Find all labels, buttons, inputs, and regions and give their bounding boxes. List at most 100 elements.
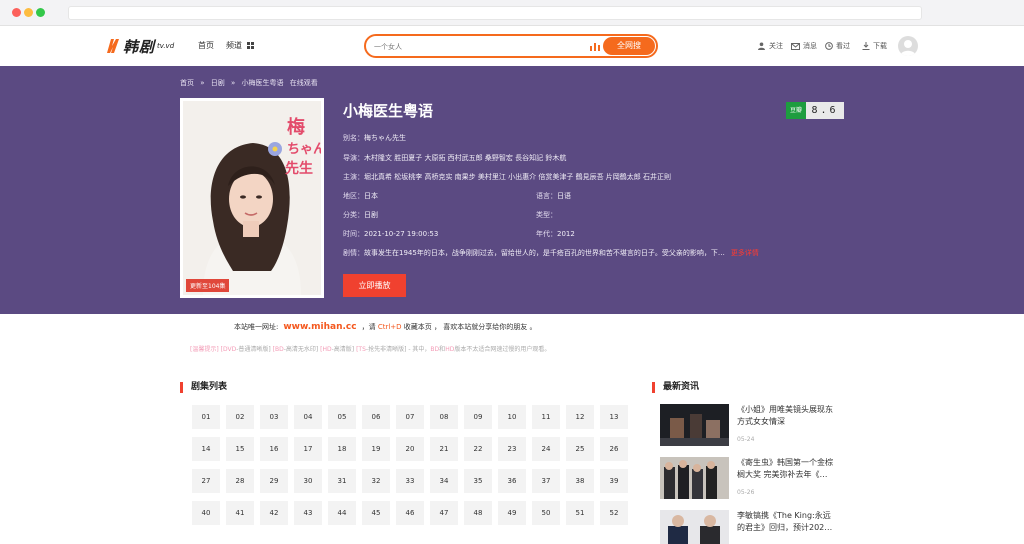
- history-button[interactable]: 看过: [825, 41, 850, 51]
- alias-value: 梅ちゃん先生: [364, 134, 406, 142]
- episode-button[interactable]: 21: [430, 437, 458, 461]
- episode-button[interactable]: 43: [294, 501, 322, 525]
- nav-channel-link[interactable]: 频道: [226, 40, 254, 51]
- episode-button[interactable]: 46: [396, 501, 424, 525]
- tips-hd-text: -高清版]: [331, 346, 355, 353]
- search-button[interactable]: 全网搜: [603, 37, 655, 55]
- episode-button[interactable]: 04: [294, 405, 322, 429]
- episode-button[interactable]: 27: [192, 469, 220, 493]
- episode-button[interactable]: 24: [532, 437, 560, 461]
- episode-button[interactable]: 38: [566, 469, 594, 493]
- address-bar[interactable]: [68, 6, 922, 20]
- episode-button[interactable]: 34: [430, 469, 458, 493]
- episode-button[interactable]: 49: [498, 501, 526, 525]
- episode-button[interactable]: 26: [600, 437, 628, 461]
- news-item[interactable]: 李敏镐携《The King:永远的君主》回归，预计202…: [660, 510, 840, 544]
- cast-value[interactable]: 堀北真希 松坂桃李 高桥克实 南果步 美村里江 小出惠介 倍赏美津子 鶴見辰吾 …: [364, 173, 671, 181]
- site-logo[interactable]: 韩剧 tv.vd: [106, 35, 174, 57]
- svg-text:ちゃん: ちゃん: [287, 142, 321, 157]
- episode-button[interactable]: 44: [328, 501, 356, 525]
- episode-button[interactable]: 45: [362, 501, 390, 525]
- episode-button[interactable]: 02: [226, 405, 254, 429]
- video-detail-section: 首页 » 日剧 » 小梅医生粤语 在线观看 梅 ちゃん 先生 更新至104集 小…: [0, 66, 1024, 314]
- search-input[interactable]: [374, 40, 574, 53]
- episode-button[interactable]: 42: [260, 501, 288, 525]
- episode-button[interactable]: 07: [396, 405, 424, 429]
- history-label: 看过: [836, 42, 850, 50]
- episode-button[interactable]: 50: [532, 501, 560, 525]
- episode-button[interactable]: 30: [294, 469, 322, 493]
- episode-button[interactable]: 16: [260, 437, 288, 461]
- search-box: 全网搜: [364, 34, 658, 58]
- hot-chart-icon: [590, 43, 600, 51]
- episode-button[interactable]: 06: [362, 405, 390, 429]
- episode-button[interactable]: 08: [430, 405, 458, 429]
- episode-button[interactable]: 19: [362, 437, 390, 461]
- user-avatar[interactable]: [898, 36, 918, 56]
- poster[interactable]: 梅 ちゃん 先生 更新至104集: [180, 98, 324, 298]
- episode-button[interactable]: 41: [226, 501, 254, 525]
- episode-button[interactable]: 09: [464, 405, 492, 429]
- episode-button[interactable]: 20: [396, 437, 424, 461]
- news-title: 《寄生虫》韩国第一个金棕榈大奖 完美弥补去年《…: [737, 458, 833, 479]
- breadcrumb-home[interactable]: 首页: [180, 79, 194, 87]
- episode-button[interactable]: 35: [464, 469, 492, 493]
- director-row: 导演：木村隆文 胜田夏子 大原拓 西村武五郎 桑野智宏 長谷知記 鈴木航: [343, 153, 566, 163]
- svg-text:先生: 先生: [285, 160, 313, 177]
- episode-button[interactable]: 22: [464, 437, 492, 461]
- alias-row: 别名：梅ちゃん先生: [343, 133, 406, 143]
- breadcrumb-current: 在线观看: [289, 79, 318, 87]
- episode-button[interactable]: 12: [566, 405, 594, 429]
- episode-button[interactable]: 48: [464, 501, 492, 525]
- episode-button[interactable]: 10: [498, 405, 526, 429]
- episode-button[interactable]: 28: [226, 469, 254, 493]
- site-url-link[interactable]: www.mihan.cc: [283, 322, 356, 332]
- download-button[interactable]: 下载: [862, 41, 887, 51]
- episode-button[interactable]: 47: [430, 501, 458, 525]
- episode-button[interactable]: 13: [600, 405, 628, 429]
- episode-button[interactable]: 15: [226, 437, 254, 461]
- breadcrumb-category[interactable]: 日剧: [211, 79, 225, 87]
- episode-button[interactable]: 32: [362, 469, 390, 493]
- site-header: 韩剧 tv.vd 首页 频道 全网搜 关注 消息 看过 下载: [0, 26, 1024, 66]
- episode-button[interactable]: 11: [532, 405, 560, 429]
- episode-button[interactable]: 23: [498, 437, 526, 461]
- news-item[interactable]: 《寄生虫》韩国第一个金棕榈大奖 完美弥补去年《… 05-26: [660, 457, 840, 501]
- play-now-button[interactable]: 立即播放: [343, 274, 406, 297]
- latest-news-panel: 最新资讯 《小姐》用唯美镜头展现东方式女女情深 05-24 《寄生虫》韩国第一个…: [652, 372, 844, 544]
- episode-button[interactable]: 18: [328, 437, 356, 461]
- episode-button[interactable]: 36: [498, 469, 526, 493]
- mail-icon: [791, 42, 800, 50]
- plot-row: 剧情：故事发生在1945年的日本，战争刚刚过去，留给世人的，是千疮百孔的世界和苦…: [343, 248, 759, 258]
- episode-button[interactable]: 40: [192, 501, 220, 525]
- episode-list-panel: 剧集列表 01 02 03 04 05 06 07 08 09 10 11 12 13 14 15 16 17 1…: [180, 372, 638, 544]
- episode-button[interactable]: 52: [600, 501, 628, 525]
- episode-button[interactable]: 03: [260, 405, 288, 429]
- episode-button[interactable]: 33: [396, 469, 424, 493]
- director-value[interactable]: 木村隆文 胜田夏子 大原拓 西村武五郎 桑野智宏 長谷知記 鈴木航: [364, 154, 566, 162]
- episode-button[interactable]: 29: [260, 469, 288, 493]
- episode-button[interactable]: 51: [566, 501, 594, 525]
- plot-text: 故事发生在1945年的日本，战争刚刚过去，留给世人的，是千疮百孔的世界和苦不堪言…: [364, 249, 725, 257]
- messages-button[interactable]: 消息: [791, 41, 817, 51]
- episode-button[interactable]: 39: [600, 469, 628, 493]
- episode-button[interactable]: 25: [566, 437, 594, 461]
- news-thumbnail: [660, 457, 729, 499]
- episode-button[interactable]: 31: [328, 469, 356, 493]
- plot-more-link[interactable]: 更多详情: [731, 249, 759, 257]
- minimize-window-button[interactable]: [24, 8, 33, 17]
- breadcrumb-title[interactable]: 小梅医生粤语: [242, 79, 284, 87]
- news-item[interactable]: 《小姐》用唯美镜头展现东方式女女情深 05-24: [660, 404, 840, 448]
- episode-button[interactable]: 01: [192, 405, 220, 429]
- tips-line: [温馨提示] [DVD-普通清晰版] [BD-高清无水印] [HD-高清版] […: [180, 344, 844, 353]
- follow-button[interactable]: 关注: [758, 41, 783, 51]
- close-window-button[interactable]: [12, 8, 21, 17]
- nav-home-link[interactable]: 首页: [198, 40, 214, 51]
- maximize-window-button[interactable]: [36, 8, 45, 17]
- douban-rating[interactable]: 豆瓣 8.6: [786, 102, 844, 119]
- site-notice-bar: 本站唯一网址: www.mihan.cc ，请 Ctrl+D 收藏本页 ， 喜欢本站…: [180, 314, 844, 339]
- episode-button[interactable]: 14: [192, 437, 220, 461]
- episode-button[interactable]: 37: [532, 469, 560, 493]
- episode-button[interactable]: 17: [294, 437, 322, 461]
- episode-button[interactable]: 05: [328, 405, 356, 429]
